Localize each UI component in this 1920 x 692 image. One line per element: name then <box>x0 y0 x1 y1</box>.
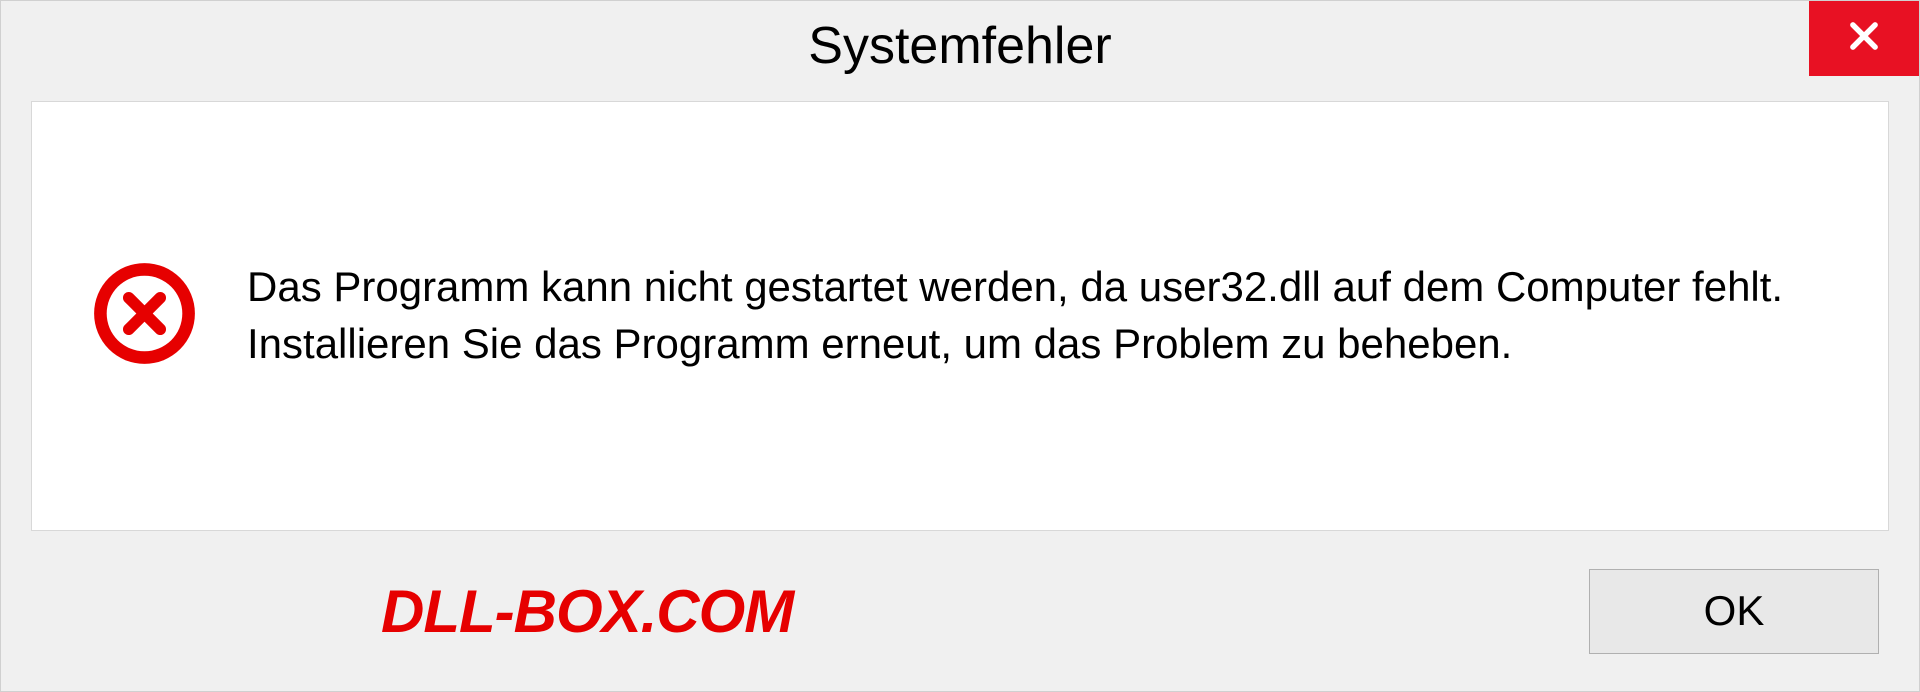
watermark-text: DLL-BOX.COM <box>381 577 793 646</box>
dialog-title: Systemfehler <box>808 16 1111 76</box>
error-message: Das Programm kann nicht gestartet werden… <box>247 259 1828 372</box>
error-dialog: Systemfehler Das Programm kann nicht ges… <box>0 0 1920 692</box>
error-icon <box>92 261 197 371</box>
close-icon <box>1845 17 1883 60</box>
dialog-footer: DLL-BOX.COM OK <box>1 551 1919 691</box>
ok-button[interactable]: OK <box>1589 569 1879 654</box>
close-button[interactable] <box>1809 1 1919 76</box>
content-area: Das Programm kann nicht gestartet werden… <box>31 101 1889 531</box>
title-bar: Systemfehler <box>1 1 1919 91</box>
